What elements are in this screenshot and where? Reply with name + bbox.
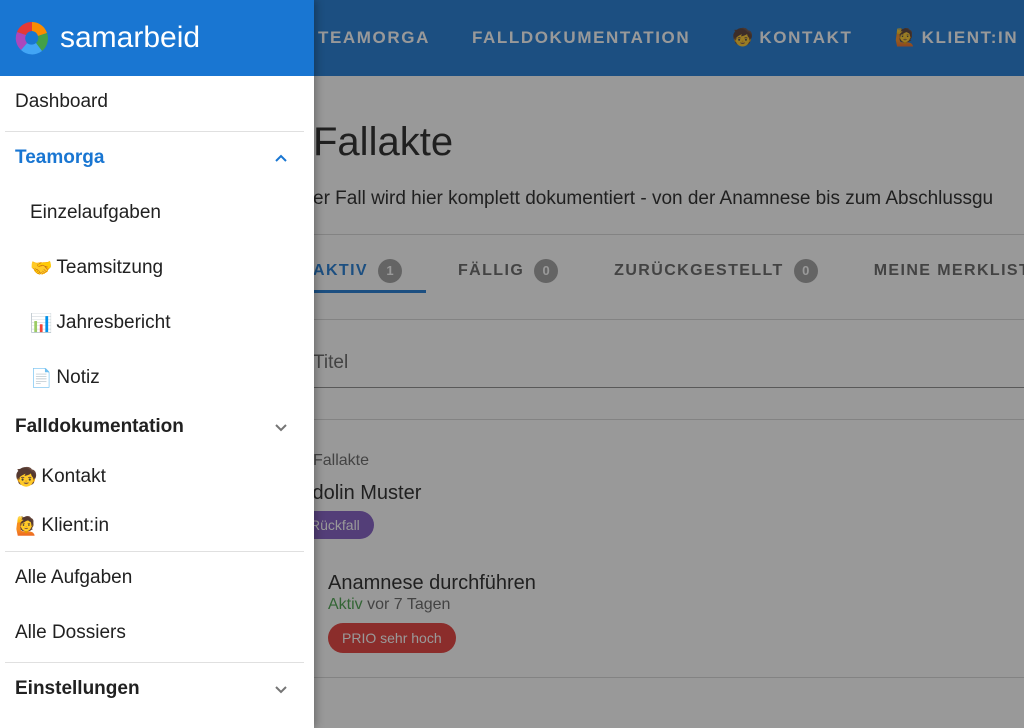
nav-group-falldokumentation[interactable]: Falldokumentation [0,411,314,443]
nav-alle-dossiers[interactable]: Alle Dossiers [0,617,314,649]
raising-hand-emoji-icon: 🙋 [15,515,38,536]
nav-item-einzelaufgaben[interactable]: Einzelaufgaben [0,197,314,229]
nav-alle-aufgaben[interactable]: Alle Aufgaben [0,562,314,594]
nav-klientin[interactable]: 🙋 Klient:in [0,510,314,542]
samarbeid-logo-icon [15,21,48,55]
nav-label: Notiz [56,367,100,388]
divider [5,551,304,552]
nav-label: Kontakt [41,466,106,487]
nav-kontakt[interactable]: 🧒 Kontakt [0,461,314,493]
brand-name: samarbeid [60,21,201,54]
nav-group-teamorga[interactable]: Teamorga [0,142,314,174]
page-emoji-icon: 📄 [30,367,53,388]
nav-item-notiz[interactable]: 📄 Notiz [0,362,314,394]
nav-item-jahresbericht[interactable]: 📊 Jahresbericht [0,307,314,339]
nav-dashboard[interactable]: Dashboard [0,86,314,118]
nav-label: Teamsitzung [56,257,164,278]
divider [5,662,304,663]
nav-label: Alle Dossiers [15,622,126,643]
nav-label: Jahresbericht [56,312,171,333]
nav-group-label: Falldokumentation [15,416,184,437]
nav-group-einstellungen[interactable]: Einstellungen [0,673,314,705]
divider [5,131,304,132]
nav-label: Alle Aufgaben [15,567,133,588]
nav-item-teamsitzung[interactable]: 🤝 Teamsitzung [0,252,314,284]
nav-label: Dashboard [15,91,108,112]
chevron-up-icon [275,154,287,162]
child-emoji-icon: 🧒 [15,466,38,487]
handshake-emoji-icon: 🤝 [30,257,53,278]
nav-label: Einzelaufgaben [30,202,161,223]
nav-group-label: Einstellungen [15,678,140,699]
chevron-down-icon [275,686,287,694]
nav-group-label: Teamorga [15,147,105,168]
navigation-drawer: samarbeid Dashboard Teamorga Einzelaufga… [0,0,314,728]
chevron-down-icon [275,424,287,432]
drawer-header[interactable]: samarbeid [0,0,314,76]
nav-label: Klient:in [41,515,110,536]
bar-chart-emoji-icon: 📊 [30,312,53,333]
